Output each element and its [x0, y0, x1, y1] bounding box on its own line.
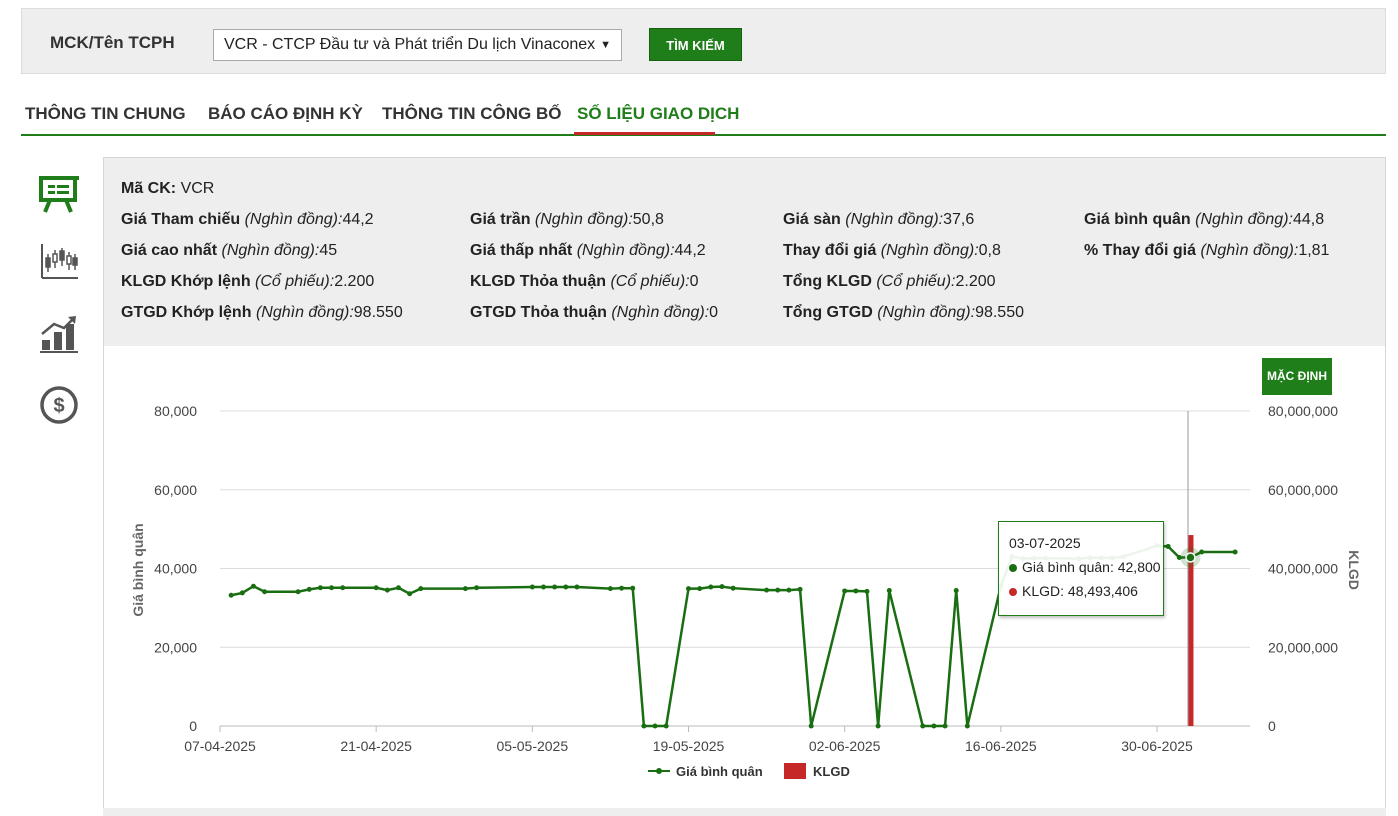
y2-tick-label: 20,000,000 [1268, 639, 1338, 655]
price-point [306, 586, 312, 592]
x-tick-label: 21-04-2025 [340, 738, 412, 754]
y-tick-label: 40,000 [154, 561, 197, 577]
price-point [474, 585, 480, 591]
price-point [853, 588, 859, 594]
x-tick-label: 30-06-2025 [1121, 738, 1193, 754]
price-point [652, 723, 658, 729]
price-point [407, 591, 413, 597]
price-point [1165, 543, 1171, 549]
y2-tick-label: 0 [1268, 718, 1276, 734]
price-point [808, 723, 814, 729]
y-axis-label: Giá bình quân [130, 523, 146, 616]
price-point [228, 592, 234, 598]
price-point [708, 584, 714, 590]
price-point [574, 584, 580, 590]
price-point [317, 585, 323, 591]
y-tick-label: 60,000 [154, 482, 197, 498]
price-point [529, 584, 535, 590]
x-tick-label: 16-06-2025 [965, 738, 1037, 754]
price-point [262, 589, 268, 595]
price-point [641, 723, 647, 729]
panel-footer [103, 808, 1386, 816]
tooltip-date: 03-07-2025 [1009, 535, 1081, 551]
price-point [886, 588, 892, 594]
legend-volume-label: KLGD [813, 764, 850, 779]
y-tick-label: 0 [189, 718, 197, 734]
price-point [719, 584, 725, 590]
price-point [418, 586, 424, 592]
price-point [931, 723, 937, 729]
price-point [1232, 549, 1238, 555]
price-point [842, 588, 848, 594]
x-tick-label: 05-05-2025 [497, 738, 569, 754]
price-point [329, 585, 335, 591]
price-point [764, 587, 770, 593]
tooltip-price: Giá bình quân: 42,800 [1009, 559, 1161, 575]
volume-dot-icon [1009, 588, 1017, 597]
y2-axis-label: KLGD [1346, 550, 1362, 590]
x-tick-label: 19-05-2025 [653, 738, 725, 754]
y2-tick-label: 60,000,000 [1268, 482, 1338, 498]
price-point [619, 585, 625, 591]
price-point [786, 587, 792, 593]
price-point [686, 586, 691, 592]
price-point [942, 723, 948, 729]
price-point [875, 723, 881, 729]
price-point [697, 586, 703, 592]
price-point [340, 585, 346, 591]
y-tick-label: 80,000 [154, 403, 197, 419]
price-point [964, 723, 970, 729]
y2-tick-label: 80,000,000 [1268, 403, 1338, 419]
price-point [250, 583, 256, 589]
price-point [607, 586, 613, 592]
x-tick-label: 07-04-2025 [184, 738, 256, 754]
price-point [1199, 549, 1205, 555]
price-volume-chart: 0 20,000 40,000 60,000 80,000 0 20,000,000 40,0… [130, 403, 1362, 779]
price-point [797, 586, 803, 592]
price-point [563, 584, 569, 590]
price-dot-icon [1009, 564, 1017, 573]
price-point [552, 584, 558, 590]
price-point [295, 589, 301, 595]
price-point [540, 584, 546, 590]
price-point [239, 590, 245, 596]
chart-tooltip: 03-07-2025 Giá bình quân: 42,800 KLGD: 4… [998, 521, 1164, 616]
price-point [395, 585, 401, 591]
price-point [663, 723, 669, 729]
price-point [730, 585, 736, 591]
price-point [384, 587, 390, 593]
y2-tick-label: 40,000,000 [1268, 561, 1338, 577]
legend-price-label: Giá bình quân [676, 764, 763, 779]
chart-legend[interactable]: Giá bình quân KLGD [648, 763, 850, 779]
price-point [462, 586, 468, 592]
price-point [920, 723, 926, 729]
price-point [373, 585, 379, 591]
price-point [630, 585, 636, 591]
price-point [775, 587, 781, 593]
price-point [953, 588, 959, 594]
x-tick-label: 02-06-2025 [809, 738, 881, 754]
price-point [864, 588, 870, 594]
tooltip-volume: KLGD: 48,493,406 [1009, 583, 1138, 599]
y-tick-label: 20,000 [154, 639, 197, 655]
hover-point [1185, 552, 1196, 563]
